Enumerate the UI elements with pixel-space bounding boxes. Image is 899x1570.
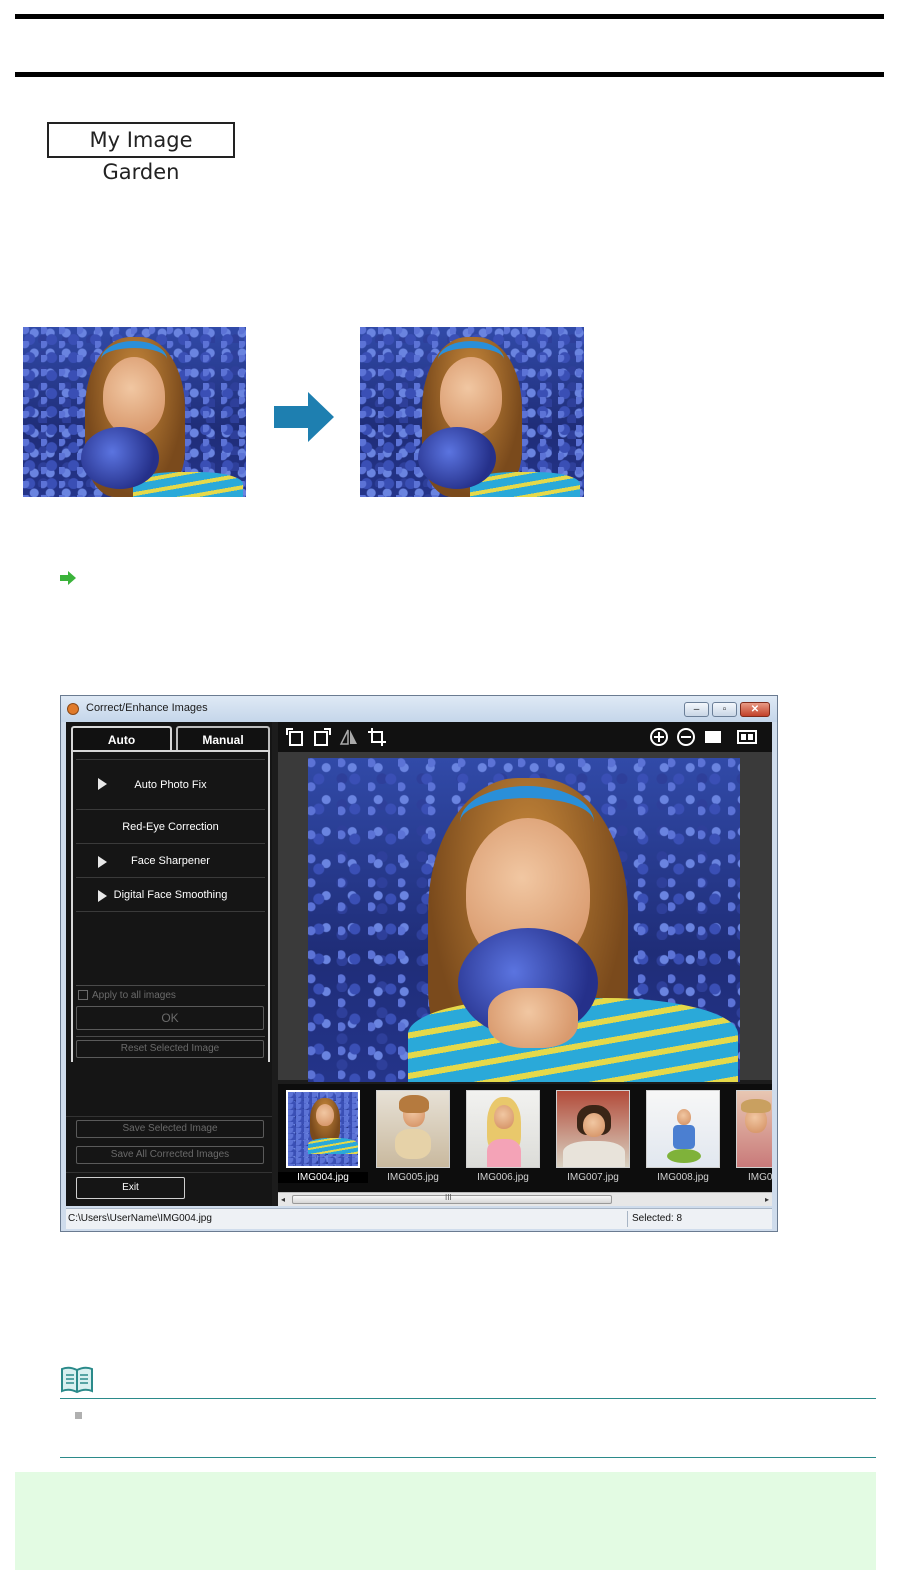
crop-icon[interactable] — [366, 726, 388, 748]
thumbnail-img009-partial[interactable] — [736, 1090, 772, 1168]
app-badge: My Image Garden — [47, 122, 235, 184]
window-title: Correct/Enhance Images — [86, 702, 208, 714]
thumbnail-label: IMG0 — [748, 1172, 773, 1183]
reset-divider — [76, 1036, 265, 1037]
flip-icon[interactable] — [338, 726, 360, 748]
apply-all-checkbox[interactable] — [78, 990, 88, 1000]
auto-photo-fix-item[interactable]: Auto Photo Fix — [76, 759, 265, 810]
status-selected: Selected: 8 — [632, 1213, 683, 1224]
maximize-button[interactable]: ▫ — [712, 702, 737, 717]
preview-image[interactable] — [308, 758, 740, 1082]
rotate-left-icon[interactable] — [284, 726, 306, 748]
red-eye-correction-item[interactable]: Red-Eye Correction — [76, 809, 265, 844]
footer-panel — [15, 1472, 876, 1570]
before-photo — [23, 327, 246, 497]
exit-button[interactable]: Exit — [76, 1177, 185, 1199]
status-path: C:\Users\UserName\IMG004.jpg — [68, 1213, 212, 1224]
rotate-right-icon[interactable] — [311, 726, 333, 748]
zoom-in-icon[interactable] — [648, 726, 670, 748]
list-bottom-divider — [76, 911, 265, 912]
scroll-left-arrow[interactable]: ◂ — [281, 1195, 285, 1204]
thumbnail-label: IMG007.jpg — [567, 1172, 619, 1183]
thumbnail-label: IMG008.jpg — [657, 1172, 709, 1183]
close-button[interactable]: ✕ — [740, 702, 770, 717]
zoom-out-icon[interactable] — [675, 726, 697, 748]
link-arrow-icon[interactable] — [60, 571, 76, 585]
face-sharpener-item[interactable]: Face Sharpener — [76, 843, 265, 878]
save-divider — [66, 1116, 272, 1117]
scroll-right-arrow[interactable]: ▸ — [765, 1195, 769, 1204]
scroll-thumb[interactable]: III — [292, 1193, 612, 1204]
after-photo — [360, 327, 584, 497]
thumbnail-label: IMG005.jpg — [387, 1172, 439, 1183]
compare-icon[interactable] — [736, 726, 758, 748]
minimize-button[interactable]: – — [684, 702, 709, 717]
window-titlebar: Correct/Enhance Images – ▫ ✕ — [61, 696, 777, 722]
status-bar: C:\Users\UserName\IMG004.jpg Selected: 8 — [66, 1208, 772, 1229]
thumbnail-img004[interactable] — [286, 1090, 360, 1168]
save-selected-image-button[interactable]: Save Selected Image — [76, 1120, 264, 1138]
scroll-grip: III — [445, 1193, 452, 1202]
digital-face-smoothing-item[interactable]: Digital Face Smoothing — [76, 877, 265, 912]
status-divider — [627, 1211, 628, 1227]
thumbnail-label: IMG006.jpg — [477, 1172, 529, 1183]
ok-button[interactable]: OK — [76, 1006, 264, 1030]
thumbnail-img008[interactable] — [646, 1090, 720, 1168]
exit-divider — [66, 1172, 272, 1173]
image-toolbar — [278, 722, 772, 752]
window-client: Auto Manual Auto Photo Fix Red-Eye Corre… — [66, 722, 772, 1206]
note-bullet — [75, 1412, 82, 1419]
note-top-rule — [60, 1398, 876, 1399]
thumbnail-scrollbar[interactable]: ◂ III ▸ — [278, 1192, 772, 1206]
app-icon — [67, 703, 79, 715]
thumbnail-img007[interactable] — [556, 1090, 630, 1168]
options-divider — [76, 985, 265, 986]
full-screen-icon[interactable] — [702, 726, 724, 748]
thumbnail-img006[interactable] — [466, 1090, 540, 1168]
arrow-right-icon — [274, 392, 334, 442]
top-rule — [15, 14, 884, 19]
note-bottom-rule — [60, 1457, 876, 1458]
note-book-icon — [61, 1366, 93, 1394]
thumbnail-label: IMG004.jpg — [278, 1172, 368, 1183]
correct-enhance-window: Correct/Enhance Images – ▫ ✕ Auto Manual… — [60, 695, 778, 1232]
apply-all-label: Apply to all images — [92, 990, 176, 1001]
tab-auto[interactable]: Auto — [71, 726, 172, 751]
thumbnail-img005[interactable] — [376, 1090, 450, 1168]
save-all-corrected-images-button[interactable]: Save All Corrected Images — [76, 1146, 264, 1164]
tab-manual[interactable]: Manual — [176, 726, 270, 751]
reset-selected-image-button[interactable]: Reset Selected Image — [76, 1040, 264, 1058]
thumbnail-strip: IMG004.jpg IMG005.jpg IMG006.jpg IMG007.… — [278, 1084, 772, 1192]
correction-panel: Auto Manual Auto Photo Fix Red-Eye Corre… — [66, 722, 272, 1206]
second-rule — [15, 72, 884, 77]
